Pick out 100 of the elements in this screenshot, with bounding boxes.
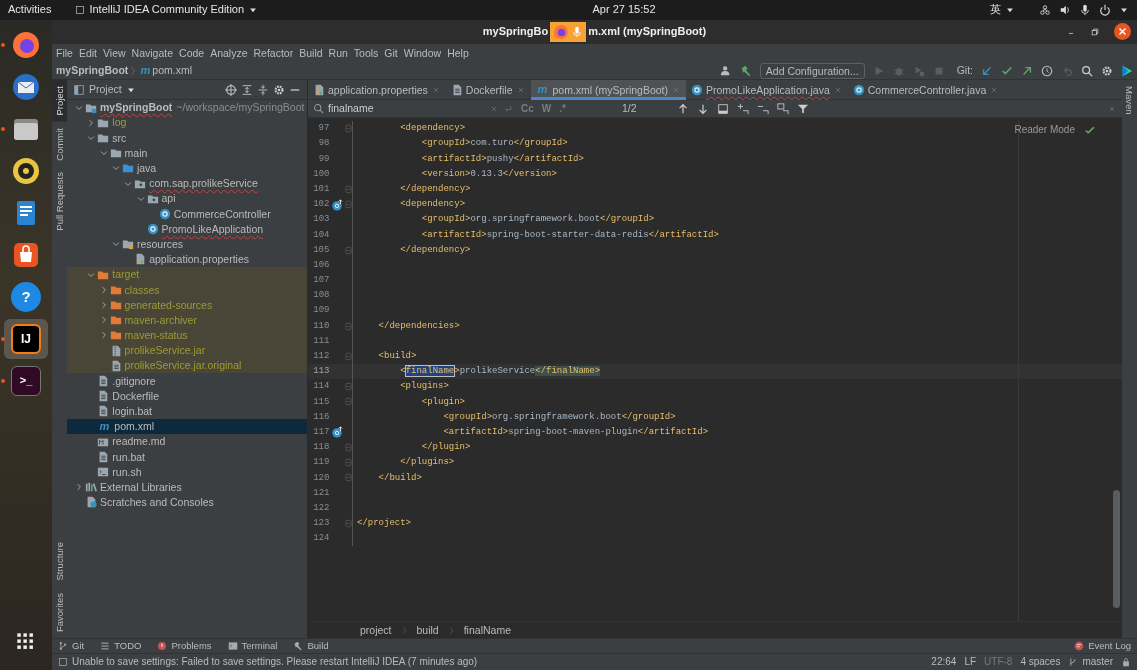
select-all-icon[interactable] (716, 102, 729, 115)
filter-icon[interactable] (796, 102, 809, 115)
tool-window-button[interactable]: Git (58, 640, 85, 652)
tree-item[interactable]: m pom.xml (67, 418, 307, 435)
restore-icon[interactable] (1090, 26, 1100, 37)
fold-marker-icon[interactable] (343, 351, 353, 361)
help-launcher[interactable]: ? (4, 277, 48, 317)
breadcrumb-item[interactable]: finalName (463, 623, 511, 637)
settings-icon[interactable] (1101, 64, 1113, 77)
locate-icon[interactable] (225, 83, 237, 96)
app-menu[interactable]: IntelliJ IDEA Community Edition (75, 3, 259, 17)
newline-icon[interactable] (503, 103, 513, 114)
toggle-panels-icon[interactable] (58, 657, 68, 667)
tree-item[interactable]: .gitignore (67, 373, 307, 389)
network-icon[interactable] (1039, 4, 1051, 16)
tree-item[interactable]: run.sh (67, 464, 307, 480)
fold-marker-icon[interactable] (343, 245, 353, 255)
breadcrumb-item[interactable]: pom.xml (152, 64, 193, 77)
menu-item[interactable]: Tools (353, 46, 379, 60)
user-icon[interactable] (719, 64, 732, 77)
tree-item[interactable]: prolikeService.jar.original (67, 358, 307, 374)
git-branch[interactable]: master (1068, 656, 1113, 668)
menu-item[interactable]: Build (299, 46, 323, 60)
tool-window-button[interactable]: Terminal (227, 640, 278, 652)
fold-marker-icon[interactable] (343, 124, 353, 134)
editor-tab[interactable]: PromoLikeApplication.java (686, 80, 848, 100)
volume-icon[interactable] (1059, 4, 1071, 16)
menu-item[interactable]: Analyze (210, 46, 248, 60)
tree-item[interactable]: application.properties (67, 251, 307, 268)
tree-item[interactable]: main (67, 145, 307, 161)
lock-icon[interactable] (1121, 657, 1131, 667)
tool-window-button[interactable]: Build (293, 640, 329, 652)
menu-item[interactable]: Edit (78, 46, 97, 60)
fold-marker-icon[interactable] (343, 397, 353, 407)
tool-window-tab[interactable]: Pull Requests (52, 166, 67, 237)
next-match-icon[interactable] (696, 102, 709, 115)
power-icon[interactable] (1099, 4, 1111, 16)
tool-window-tab[interactable]: Structure (52, 536, 67, 587)
editor-tab[interactable]: CommerceController.java (847, 80, 1005, 100)
tree-item[interactable]: Scratches and Consoles (67, 494, 307, 511)
select-occurrences-icon[interactable] (776, 102, 789, 115)
tool-window-button[interactable]: TODO (100, 640, 142, 652)
commit-icon[interactable] (1001, 64, 1013, 77)
line-separator[interactable]: LF (964, 656, 977, 668)
collapse-all-icon[interactable] (257, 83, 269, 96)
tree-item[interactable]: log (67, 115, 307, 131)
fold-marker-icon[interactable] (343, 184, 353, 194)
fold-marker-icon[interactable] (343, 458, 353, 468)
tree-item[interactable]: Dockerfile (67, 388, 307, 404)
microphone-icon[interactable] (1079, 4, 1091, 16)
menu-item[interactable]: View (103, 46, 126, 60)
run-configuration-button[interactable]: Add Configuration... (759, 62, 865, 79)
tree-item[interactable]: com.sap.prolikeService (67, 175, 307, 192)
tree-item[interactable]: classes (67, 282, 307, 298)
history-icon[interactable] (1041, 64, 1053, 77)
tree-item[interactable]: CommerceController (67, 206, 307, 222)
tree-item[interactable]: target (67, 267, 307, 283)
panel-title-dropdown[interactable]: Project (89, 83, 122, 96)
hammer-icon[interactable] (739, 64, 752, 77)
fold-marker-icon[interactable] (343, 518, 353, 528)
chevron-right-icon[interactable] (74, 482, 84, 493)
close-icon[interactable] (1114, 23, 1131, 40)
tool-window-tab[interactable]: Commit (52, 121, 67, 167)
menu-item[interactable]: Help (447, 46, 469, 60)
previous-match-icon[interactable] (676, 102, 689, 115)
menu-item[interactable]: Run (328, 46, 348, 60)
editor-tab[interactable]: application.properties (308, 80, 446, 100)
event-log-button[interactable]: Event Log (1074, 640, 1131, 652)
tree-item[interactable]: External Libraries (67, 479, 307, 495)
tree-item[interactable]: generated-sources (67, 297, 307, 313)
tool-window-tab[interactable]: Maven (1122, 80, 1137, 121)
search-field[interactable]: finalname (328, 102, 478, 115)
caret-position[interactable]: 22:64 (931, 656, 957, 668)
reader-mode-button[interactable]: Reader Mode (1014, 124, 1075, 136)
fold-marker-icon[interactable] (343, 200, 353, 210)
indent-setting[interactable]: 4 spaces (1020, 656, 1061, 668)
tree-item[interactable]: readme.md (67, 434, 307, 450)
tree-item[interactable]: java (67, 160, 307, 176)
tool-window-tab[interactable]: Favorites (52, 586, 67, 638)
fold-marker-icon[interactable] (343, 443, 353, 453)
editor-tab[interactable]: Dockerfile (445, 80, 531, 100)
menu-item[interactable]: Refactor (253, 46, 294, 60)
breadcrumb-item[interactable]: build (416, 623, 439, 637)
menu-item[interactable]: Code (179, 46, 205, 60)
expand-all-icon[interactable] (241, 83, 253, 96)
menu-item[interactable]: Git (384, 46, 398, 60)
activities-button[interactable]: Activities (8, 3, 52, 17)
fold-marker-icon[interactable] (343, 473, 353, 483)
tree-item[interactable]: run.bat (67, 449, 307, 465)
menu-item[interactable]: File (56, 46, 73, 60)
input-method-indicator[interactable]: 英 (990, 3, 1001, 17)
settings-icon[interactable] (273, 83, 285, 96)
add-occurrence-icon[interactable] (736, 102, 749, 115)
fold-marker-icon[interactable] (343, 321, 353, 331)
fold-marker-icon[interactable] (343, 382, 353, 392)
breadcrumb-item[interactable]: mySpringBoot (56, 64, 129, 77)
clock[interactable]: Apr 27 15:52 (592, 3, 656, 17)
tree-item[interactable]: src (67, 130, 307, 146)
tool-window-tab[interactable]: Project (52, 80, 67, 122)
tree-item[interactable]: api (67, 191, 307, 207)
